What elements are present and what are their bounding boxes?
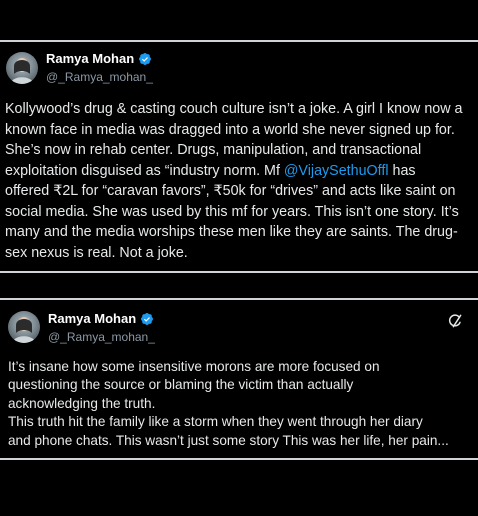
tweet-text: Kollywood’s drug & casting couch culture… [5, 99, 475, 263]
text-line: offered ₹2L for “caravan favors”, ₹50k f… [5, 183, 456, 199]
text-segment: exploitation disguised as “industry norm… [5, 162, 284, 179]
text-segment: has [388, 162, 416, 179]
grok-icon[interactable] [447, 313, 463, 329]
text-line: and phone chats. This wasn’t just some s… [8, 432, 449, 448]
text-line: known face in media was dragged into a w… [5, 121, 455, 138]
text-line: social media. She was used by this mf fo… [5, 203, 459, 220]
text-line: She’s now in rehab center. Drugs, manipu… [5, 142, 422, 158]
tweet-card-1[interactable]: Ramya Mohan @_Ramya_mohan_ Kollywood’s d… [0, 40, 478, 273]
author-row: Ramya Mohan [46, 51, 152, 66]
text-line: exploitation disguised as “industry norm… [5, 161, 475, 182]
text-line: Kollywood’s drug & casting couch culture… [5, 101, 463, 117]
verified-badge-icon [139, 52, 152, 65]
text-line: sex nexus is real. Not a joke. [5, 244, 188, 261]
text-line: This truth hit the family like a storm w… [8, 414, 423, 430]
author-row: Ramya Mohan [48, 311, 154, 326]
handle[interactable]: @_Ramya_mohan_ [46, 70, 153, 84]
mention-link[interactable]: @VijaySethuOffl [284, 163, 389, 179]
verified-badge-icon [141, 312, 154, 325]
text-line: It’s insane how some insensitive morons … [8, 359, 380, 374]
avatar[interactable] [6, 52, 38, 84]
text-line: questioning the source or blaming the vi… [8, 377, 354, 393]
display-name[interactable]: Ramya Mohan [46, 51, 134, 66]
text-line: many and the media worships these men li… [5, 224, 458, 240]
tweet-text: It’s insane how some insensitive morons … [8, 358, 473, 450]
handle[interactable]: @_Ramya_mohan_ [48, 330, 155, 344]
text-line: acknowledging the truth. [8, 395, 156, 411]
avatar[interactable] [8, 311, 40, 343]
tweet-card-2[interactable]: Ramya Mohan @_Ramya_mohan_ It’s insane h… [0, 298, 478, 460]
display-name[interactable]: Ramya Mohan [48, 311, 136, 326]
